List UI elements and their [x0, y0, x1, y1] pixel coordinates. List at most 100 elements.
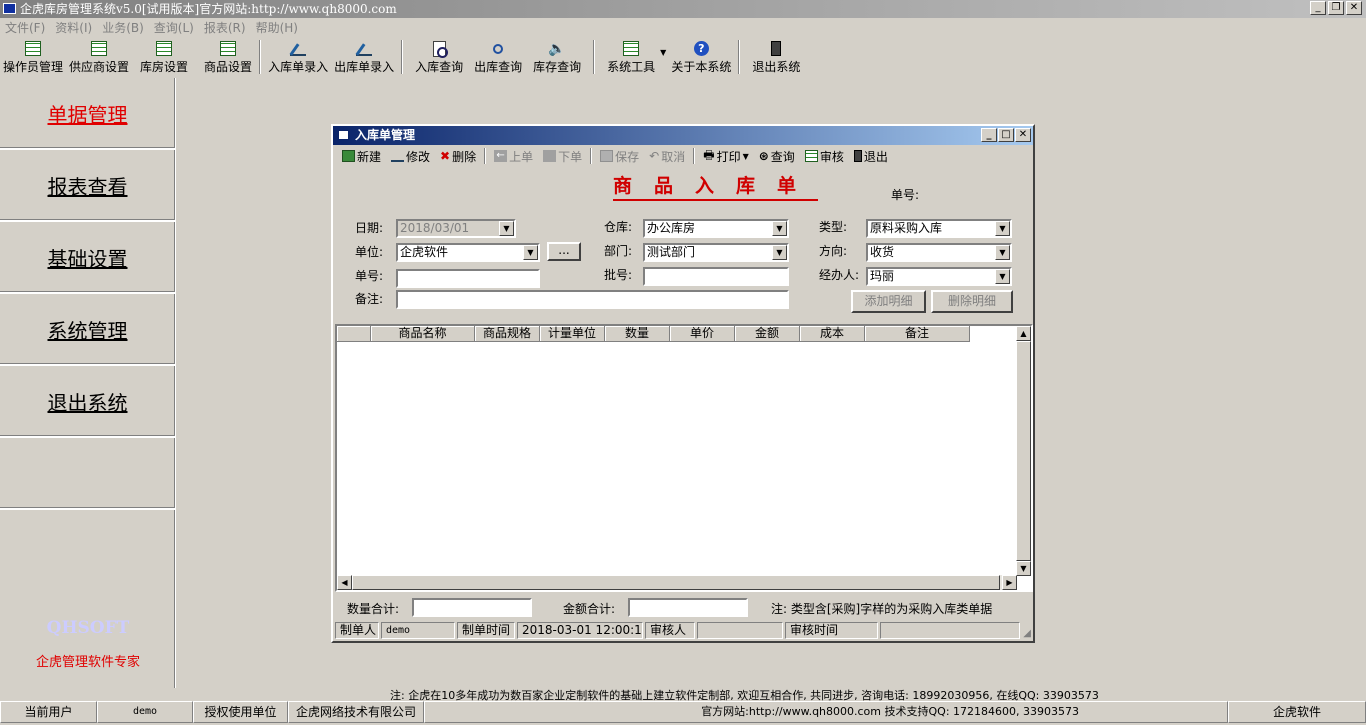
vertical-scrollbar[interactable]: ▲ ▼: [1016, 326, 1031, 576]
batch-input[interactable]: [643, 267, 789, 286]
department-select[interactable]: 测试部门 ▼: [643, 243, 789, 262]
operator-manage-button[interactable]: 操作员管理: [0, 38, 66, 75]
exit-door-icon: [853, 150, 862, 162]
unit-browse-button[interactable]: ...: [547, 242, 581, 261]
menu-help[interactable]: 帮助(H): [256, 18, 298, 38]
scroll-left-icon[interactable]: ◀: [337, 575, 352, 590]
department-label: 部门:: [604, 244, 633, 258]
sidebar: 单据管理 报表查看 基础设置 系统管理 退出系统 QHSOFT 企虎管理软件专家: [0, 78, 176, 688]
number-label: 单号:: [355, 269, 384, 283]
scroll-thumb[interactable]: [352, 575, 1000, 590]
column-header[interactable]: 计量单位: [540, 326, 605, 342]
horizontal-scrollbar[interactable]: ◀ ▶: [337, 575, 1017, 590]
dialog-minimize-button[interactable]: _: [981, 128, 997, 142]
warehouse-select[interactable]: 办公库房 ▼: [643, 219, 789, 238]
toolbar-separator: [401, 40, 404, 74]
number-input[interactable]: [396, 269, 540, 288]
remark-input[interactable]: [396, 290, 789, 309]
menu-business[interactable]: 业务(B): [102, 18, 144, 38]
outbound-entry-button[interactable]: 出库单录入: [331, 38, 397, 75]
column-header[interactable]: 金额: [735, 326, 800, 342]
type-select[interactable]: 原料采购入库 ▼: [866, 219, 1012, 238]
scroll-right-icon[interactable]: ▶: [1002, 575, 1017, 590]
toolbar-separator: [259, 40, 262, 74]
product-settings-button[interactable]: 商品设置: [196, 38, 255, 75]
chevron-down-icon: ▼: [772, 245, 787, 260]
chevron-down-icon: ▼: [660, 48, 667, 57]
grid-icon: [91, 41, 108, 56]
direction-select[interactable]: 收货 ▼: [866, 243, 1012, 262]
sidebar-item-exit[interactable]: 退出系统: [0, 366, 175, 438]
app-icon: [3, 3, 16, 14]
query-button[interactable]: ⊛ 查询: [754, 148, 800, 165]
scroll-up-icon[interactable]: ▲: [1016, 326, 1031, 341]
stock-query-button[interactable]: 🔈 库存查询: [530, 38, 589, 75]
undo-icon: ↶: [649, 149, 660, 163]
floppy-icon: [600, 150, 614, 162]
chevron-down-icon: ▼: [995, 245, 1010, 260]
menu-report[interactable]: 报表(R): [204, 18, 246, 38]
column-header[interactable]: 备注: [865, 326, 970, 342]
inbound-query-button[interactable]: 入库查询: [407, 38, 471, 75]
delete-button[interactable]: ✖ 删除: [435, 148, 481, 165]
sidebar-item-reports[interactable]: 报表查看: [0, 150, 175, 222]
exit-system-button[interactable]: 退出系统: [744, 38, 803, 75]
amount-total-label: 金额合计:: [563, 602, 616, 616]
chevron-down-icon: ▼: [772, 221, 787, 236]
website-info: 官方网站:http://www.qh8000.com 技术支持QQ: 17218…: [424, 701, 1228, 723]
audit-button[interactable]: 审核: [800, 148, 849, 165]
system-tools-dropdown[interactable]: ▼: [658, 38, 668, 57]
column-header[interactable]: 商品规格: [475, 326, 540, 342]
next-button[interactable]: 下单: [538, 148, 587, 165]
warehouse-settings-button[interactable]: 库房设置: [132, 38, 196, 75]
dialog-maximize-button[interactable]: □: [998, 128, 1014, 142]
menu-file[interactable]: 文件(F): [5, 18, 45, 38]
system-tools-button[interactable]: 系统工具: [599, 38, 658, 75]
inbound-entry-button[interactable]: 入库单录入: [265, 38, 331, 75]
save-button[interactable]: 保存: [595, 148, 644, 165]
arrow-left-icon: ←: [494, 150, 508, 162]
menu-query[interactable]: 查询(L): [154, 18, 194, 38]
scroll-down-icon[interactable]: ▼: [1016, 561, 1031, 576]
edit-pen-icon: [391, 150, 405, 162]
column-header[interactable]: [337, 326, 371, 342]
add-detail-button[interactable]: 添加明细: [851, 290, 926, 313]
sidebar-item-documents[interactable]: 单据管理: [0, 78, 175, 150]
column-header[interactable]: 数量: [605, 326, 670, 342]
close-button[interactable]: ✕: [1346, 1, 1362, 15]
column-header[interactable]: 单价: [670, 326, 735, 342]
about-button[interactable]: ? 关于本系统: [668, 38, 734, 75]
supplier-settings-button[interactable]: 供应商设置: [66, 38, 132, 75]
detail-grid[interactable]: 商品名称 商品规格 计量单位 数量 单价 金额 成本 备注 ▲ ▼ ◀ ▶: [335, 324, 1033, 592]
date-picker[interactable]: 2018/03/01 ▼: [396, 219, 516, 238]
print-button[interactable]: 🖶 打印 ▼: [698, 146, 754, 167]
new-button[interactable]: 新建: [337, 148, 386, 165]
audit-time-value: [880, 622, 1020, 639]
minimize-button[interactable]: _: [1310, 1, 1326, 15]
brand-logo-text: QHSOFT: [46, 618, 130, 638]
edit-button[interactable]: 修改: [386, 148, 435, 165]
column-header[interactable]: 成本: [800, 326, 865, 342]
menu-data[interactable]: 资料(I): [55, 18, 92, 38]
grid-icon: [220, 41, 237, 56]
arrow-right-icon: [543, 150, 557, 162]
sidebar-item-system[interactable]: 系统管理: [0, 294, 175, 366]
exit-door-icon: [771, 41, 782, 56]
unit-select[interactable]: 企虎软件 ▼: [396, 243, 540, 262]
exit-button[interactable]: 退出: [849, 148, 893, 165]
dialog-close-button[interactable]: ✕: [1015, 128, 1031, 142]
sidebar-item-basic-settings[interactable]: 基础设置: [0, 222, 175, 294]
restore-button[interactable]: ❐: [1328, 1, 1344, 15]
make-time-value: 2018-03-01 12:00:16: [517, 622, 643, 639]
prev-button[interactable]: ← 上单: [489, 148, 538, 165]
resize-grip-icon[interactable]: ◢: [1023, 628, 1031, 639]
warehouse-label: 仓库:: [604, 220, 633, 234]
outbound-query-button[interactable]: 出库查询: [471, 38, 530, 75]
handler-select[interactable]: 玛丽 ▼: [866, 267, 1012, 286]
delete-detail-button[interactable]: 删除明细: [931, 290, 1013, 313]
menu-bar: 文件(F) 资料(I) 业务(B) 查询(L) 报表(R) 帮助(H): [0, 18, 298, 38]
dialog-status-bar: 制单人 demo 制单时间 2018-03-01 12:00:16 审核人 审核…: [335, 622, 1022, 640]
cancel-button[interactable]: ↶ 取消: [644, 148, 690, 165]
scroll-thumb[interactable]: [1016, 341, 1031, 561]
column-header[interactable]: 商品名称: [371, 326, 475, 342]
